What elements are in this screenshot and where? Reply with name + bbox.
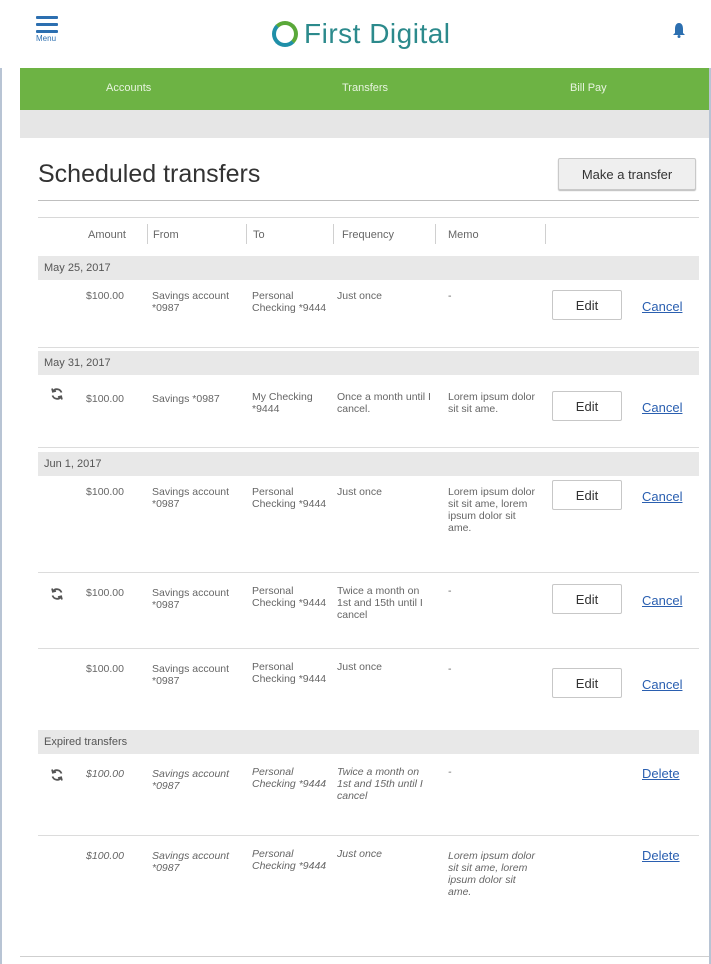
table-row: $100.00 Savings account *0987 Personal C…	[38, 476, 699, 573]
to-cell: Personal Checking *9444	[252, 661, 327, 685]
table-row: $100.00 Savings *0987 My Checking *9444 …	[38, 375, 699, 448]
page-title: Scheduled transfers	[38, 160, 261, 188]
to-cell: Personal Checking *9444	[252, 766, 327, 790]
column-header-from: From	[153, 229, 179, 241]
amount-cell: $100.00	[86, 850, 124, 862]
memo-cell: -	[448, 290, 452, 302]
to-cell: Personal Checking *9444	[252, 486, 327, 510]
amount-cell: $100.00	[86, 393, 124, 405]
nav-transfers[interactable]: Transfers	[342, 82, 388, 94]
from-cell: Savings account *0987	[152, 290, 230, 314]
frequency-cell: Just once	[337, 290, 382, 302]
cancel-link[interactable]: Cancel	[642, 593, 682, 608]
column-header-amount: Amount	[88, 229, 126, 241]
from-cell: Savings *0987	[152, 393, 220, 405]
from-cell: Savings account *0987	[152, 663, 230, 687]
table-row: $100.00 Savings account *0987 Personal C…	[38, 280, 699, 348]
column-separator	[333, 224, 334, 244]
row-divider	[38, 347, 699, 348]
menu-label: Menu	[36, 34, 57, 43]
hamburger-icon	[36, 16, 58, 19]
divider	[38, 200, 699, 201]
frequency-cell: Just once	[337, 486, 382, 498]
main-nav: Accounts Transfers Bill Pay	[20, 68, 709, 110]
amount-cell: $100.00	[86, 290, 124, 302]
expired-group-header: Expired transfers	[38, 730, 699, 754]
to-cell: Personal Checking *9444	[252, 848, 327, 872]
to-cell: Personal Checking *9444	[252, 585, 327, 609]
from-cell: Savings account *0987	[152, 486, 230, 510]
table-row: $100.00 Savings account *0987 Personal C…	[38, 573, 699, 649]
sub-bar	[20, 110, 709, 138]
from-cell: Savings account *0987	[152, 768, 230, 792]
to-cell: Personal Checking *9444	[252, 290, 327, 314]
cancel-link[interactable]: Cancel	[642, 677, 682, 692]
bell-icon[interactable]	[672, 22, 686, 38]
column-header-memo: Memo	[448, 229, 479, 241]
edit-button[interactable]: Edit	[552, 290, 622, 320]
edit-button[interactable]: Edit	[552, 668, 622, 698]
cancel-link[interactable]: Cancel	[642, 299, 682, 314]
memo-cell: -	[448, 585, 452, 597]
divider	[20, 956, 709, 957]
delete-link[interactable]: Delete	[642, 766, 680, 781]
menu-button[interactable]: Menu	[36, 16, 60, 48]
memo-cell: -	[448, 663, 452, 675]
memo-cell: -	[448, 766, 452, 778]
row-divider	[38, 447, 699, 448]
amount-cell: $100.00	[86, 768, 124, 780]
memo-cell: Lorem ipsum dolor sit sit ame, lorem ips…	[448, 486, 535, 534]
frequency-cell: Twice a month on 1st and 15th until I ca…	[337, 585, 423, 621]
brand-logo: First Digital	[272, 14, 451, 54]
edit-button[interactable]: Edit	[552, 391, 622, 421]
amount-cell: $100.00	[86, 486, 124, 498]
frequency-cell: Just once	[337, 661, 382, 673]
delete-link[interactable]: Delete	[642, 848, 680, 863]
memo-cell: Lorem ipsum dolor sit sit ame.	[448, 391, 535, 415]
nav-bill-pay[interactable]: Bill Pay	[570, 82, 607, 94]
from-cell: Savings account *0987	[152, 850, 230, 874]
column-header-frequency: Frequency	[342, 229, 394, 241]
amount-cell: $100.00	[86, 663, 124, 675]
edit-button[interactable]: Edit	[552, 480, 622, 510]
frequency-cell: Just once	[337, 848, 382, 860]
cancel-link[interactable]: Cancel	[642, 400, 682, 415]
cancel-link[interactable]: Cancel	[642, 489, 682, 504]
table-row: $100.00 Savings account *0987 Personal C…	[38, 836, 699, 946]
table-row: $100.00 Savings account *0987 Personal C…	[38, 754, 699, 836]
to-cell: My Checking *9444	[252, 391, 313, 415]
column-header-to: To	[253, 229, 265, 241]
date-group-header: Jun 1, 2017	[38, 452, 699, 476]
column-separator	[246, 224, 247, 244]
column-separator	[147, 224, 148, 244]
brand-name: First Digital	[304, 18, 451, 49]
from-cell: Savings account *0987	[152, 587, 230, 611]
hamburger-icon-bar	[36, 23, 58, 26]
frequency-cell: Once a month until I cancel.	[337, 391, 431, 415]
make-transfer-button[interactable]: Make a transfer	[558, 158, 696, 190]
memo-cell: Lorem ipsum dolor sit sit ame, lorem ips…	[448, 850, 535, 898]
nav-accounts[interactable]: Accounts	[106, 82, 151, 94]
divider	[38, 217, 699, 218]
edit-button[interactable]: Edit	[552, 584, 622, 614]
hamburger-icon-bar	[36, 30, 58, 33]
date-group-header: May 31, 2017	[38, 351, 699, 375]
amount-cell: $100.00	[86, 587, 124, 599]
table-row: $100.00 Savings account *0987 Personal C…	[38, 649, 699, 727]
date-group-header: May 25, 2017	[38, 256, 699, 280]
column-separator	[435, 224, 436, 244]
frequency-cell: Twice a month on 1st and 15th until I ca…	[337, 766, 423, 802]
logo-ring-icon	[272, 21, 298, 47]
column-separator	[545, 224, 546, 244]
top-bar: Menu First Digital	[0, 0, 711, 68]
